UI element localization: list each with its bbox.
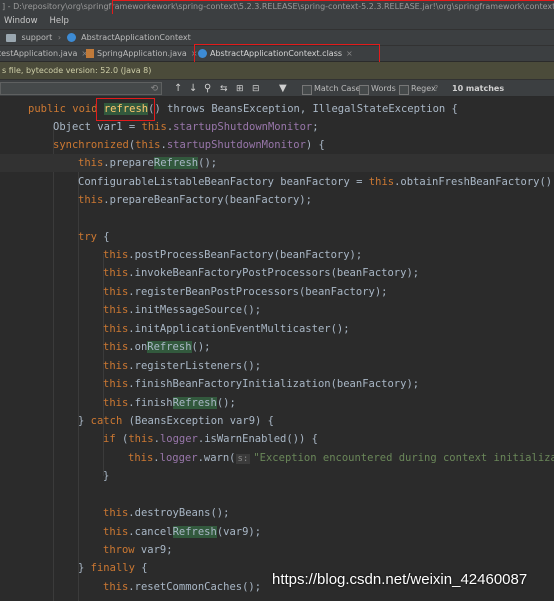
filter-icon[interactable]: ▼ — [279, 80, 287, 96]
parameter-hint: s: — [235, 454, 251, 464]
search-input[interactable]: ⟲ — [0, 82, 162, 95]
indent-guide — [53, 127, 54, 601]
clear-search-icon[interactable]: ⟲ — [150, 80, 158, 96]
code-line: try { — [78, 231, 110, 243]
code-line: } — [103, 470, 110, 482]
folder-icon — [6, 33, 16, 42]
code-line: this.logger.warn(s: "Exception encountere… — [128, 452, 554, 464]
code-line: } catch (BeansException var9) { — [78, 415, 274, 427]
words-label: Words — [371, 84, 396, 93]
code-line: this.finishRefresh(); — [103, 397, 236, 409]
code-line: this.initMessageSource(); — [103, 304, 262, 316]
code-line: throw var9; — [103, 544, 173, 556]
code-line: this.cancelRefresh(var9); — [103, 526, 262, 538]
search-context-icon[interactable]: ⚲ — [204, 80, 211, 96]
tab-label: SpringApplication.java — [97, 49, 187, 58]
tab-testapplication[interactable]: testApplication.java × — [0, 46, 88, 61]
code-line: public void refresh() throws BeansExcept… — [28, 103, 458, 115]
previous-match-icon[interactable]: ↑ — [174, 80, 182, 96]
breadcrumb-class[interactable]: AbstractApplicationContext — [81, 33, 191, 42]
find-options-icon[interactable]: ⊟ — [252, 80, 260, 96]
code-line: this.prepareBeanFactory(beanFactory); — [78, 194, 312, 206]
regex-label: Regex — [411, 84, 436, 93]
select-all-icon[interactable]: ⊞ — [236, 80, 244, 96]
code-line: this.prepareRefresh(); — [0, 154, 554, 172]
regex-checkbox[interactable] — [399, 85, 409, 95]
decompiled-info-bar: s file, bytecode version: 52.0 (Java 8) — [0, 62, 554, 79]
code-line: this.initApplicationEventMulticaster(); — [103, 323, 350, 335]
menu-help[interactable]: Help — [50, 16, 69, 26]
code-line: ConfigurableListableBeanFactory beanFact… — [78, 176, 554, 188]
code-line: if (this.logger.isWarnEnabled()) { — [103, 433, 318, 445]
search-match: Refresh — [147, 341, 192, 353]
breadcrumb-support[interactable]: support — [22, 33, 53, 42]
code-editor[interactable]: 💡 public void refresh() throws BeansExce… — [0, 97, 554, 601]
search-match: Refresh — [153, 157, 199, 169]
add-occurrence-icon[interactable]: ⇆ — [220, 80, 228, 96]
code-line: } finally { — [78, 562, 148, 574]
code-line: this.invokeBeanFactoryPostProcessors(bea… — [103, 267, 420, 279]
next-match-icon[interactable]: ↓ — [189, 80, 197, 96]
code-line: this.resetCommonCaches(); — [103, 581, 262, 593]
match-case-label: Match Case — [314, 84, 361, 93]
chevron-right-icon: › — [57, 33, 62, 42]
tab-springapplication[interactable]: SpringApplication.java × — [86, 46, 198, 61]
words-checkbox[interactable] — [359, 85, 369, 95]
tab-label: testApplication.java — [0, 49, 78, 58]
match-case-checkbox[interactable] — [302, 85, 312, 95]
code-line: this.registerListeners(); — [103, 360, 262, 372]
code-line: this.destroyBeans(); — [103, 507, 230, 519]
class-file-icon — [66, 33, 76, 42]
watermark: https://blog.csdn.net/weixin_42460087 — [272, 571, 528, 588]
code-line: this.onRefresh(); — [103, 341, 211, 353]
breadcrumb: support › AbstractApplicationContext — [0, 29, 554, 45]
find-bar: ⟲ ↑ ↓ ⚲ ⇆ ⊞ ⊟ ▼ Match Case Words Regex ?… — [0, 79, 554, 97]
code-line: synchronized(this.startupShutdownMonitor… — [53, 139, 325, 151]
java-file-icon — [86, 49, 94, 58]
search-match: Refresh — [172, 397, 217, 409]
code-line: this.finishBeanFactoryInitialization(bea… — [103, 378, 420, 390]
match-count: 10 matches — [452, 84, 505, 93]
code-line: this.registerBeanPostProcessors(beanFact… — [103, 286, 388, 298]
code-line: this.postProcessBeanFactory(beanFactory)… — [103, 249, 363, 261]
regex-help-icon[interactable]: ? — [434, 80, 438, 96]
info-text: s file, bytecode version: 52.0 (Java 8) — [2, 66, 152, 75]
menu-bar: Window Help — [0, 14, 554, 29]
search-match: Refresh — [172, 526, 217, 538]
code-line: Object var1 = this.startupShutdownMonito… — [53, 121, 319, 133]
menu-window[interactable]: Window — [4, 16, 38, 26]
